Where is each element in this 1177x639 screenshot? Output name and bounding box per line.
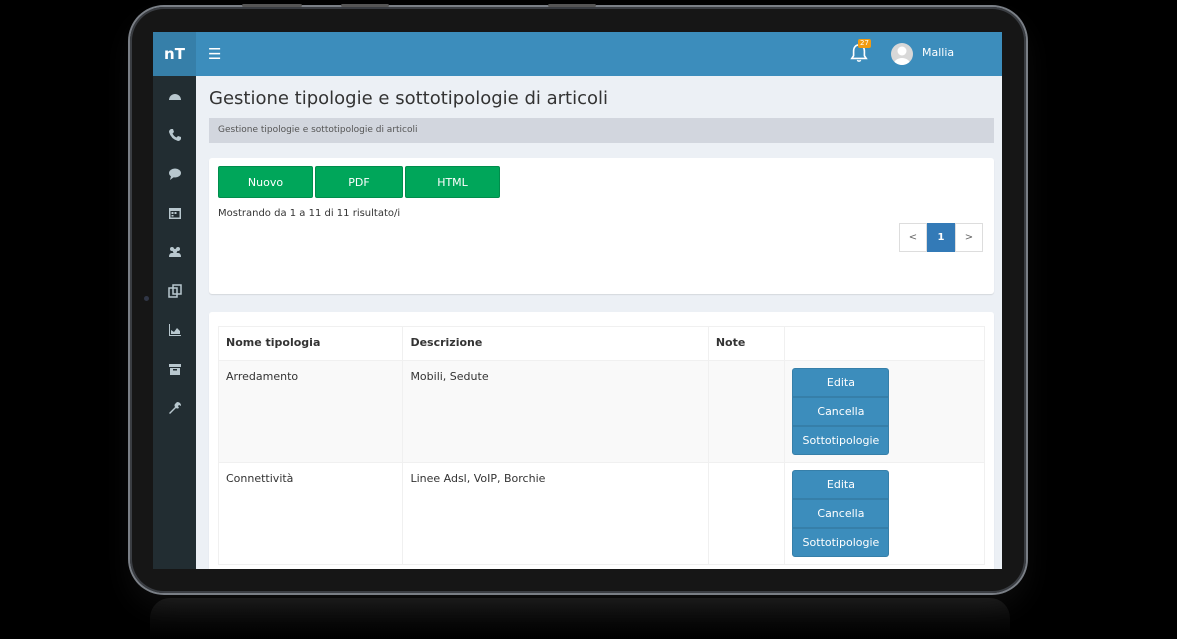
sidebar-item-archive[interactable] (153, 349, 196, 388)
column-header-description: Descrizione (402, 326, 709, 361)
table-row: Arredamento Mobili, Sedute Edita Cancell… (217, 360, 985, 463)
results-count: Mostrando da 1 a 11 di 11 risultato/i (218, 208, 401, 219)
table-header-row: Nome tipologia Descrizione Note (217, 326, 985, 361)
subtypes-button[interactable]: Sottotipologie (792, 528, 890, 557)
cell-note (707, 462, 786, 565)
column-header-name: Nome tipologia (217, 326, 404, 361)
pagination-next[interactable]: > (955, 223, 983, 252)
wrench-icon (168, 401, 181, 414)
pdf-button[interactable]: PDF (315, 166, 403, 198)
sidebar-item-calendar[interactable] (153, 193, 196, 232)
sidebar-item-users[interactable] (153, 232, 196, 271)
page-title: Gestione tipologie e sottotipologie di a… (209, 88, 609, 109)
menu-icon[interactable]: ☰ (208, 45, 221, 63)
area-chart-icon (168, 323, 181, 336)
top-navbar: ☰ 27 Mallia (196, 32, 1002, 76)
sidebar (153, 76, 196, 569)
main-content: Gestione tipologie e sottotipologie di a… (196, 76, 1002, 569)
edit-button[interactable]: Edita (792, 470, 890, 499)
types-table: Nome tipologia Descrizione Note Arredame… (217, 326, 985, 565)
cell-description: Mobili, Sedute (402, 360, 709, 463)
user-name[interactable]: Mallia (922, 46, 954, 59)
tablet-button (242, 4, 302, 7)
cell-description: Linee Adsl, VoIP, Borchie (402, 462, 709, 565)
pagination: < 1 > (899, 223, 983, 252)
pagination-page[interactable]: 1 (927, 223, 955, 252)
cell-actions: Edita Cancella Sottotipologie (784, 462, 985, 565)
sidebar-item-dashboard[interactable] (153, 76, 196, 115)
calendar-icon (168, 207, 181, 219)
toolbar-box: Nuovo PDF HTML Mostrando da 1 a 11 di 11… (209, 158, 994, 294)
tablet-button (548, 4, 596, 7)
cell-note (707, 360, 786, 463)
users-icon (168, 246, 181, 257)
dashboard-icon (168, 93, 181, 100)
phone-icon (168, 128, 181, 141)
table-box: Nome tipologia Descrizione Note Arredame… (209, 312, 994, 569)
copy-icon (167, 283, 182, 298)
table-row: Connettività Linee Adsl, VoIP, Borchie E… (217, 462, 985, 565)
sidebar-item-phone[interactable] (153, 115, 196, 154)
delete-button[interactable]: Cancella (792, 499, 890, 528)
html-button[interactable]: HTML (405, 166, 500, 198)
subtypes-button[interactable]: Sottotipologie (792, 426, 890, 455)
sidebar-item-messages[interactable] (153, 154, 196, 193)
tablet-button (341, 4, 389, 7)
sidebar-item-documents[interactable] (153, 271, 196, 310)
column-header-note: Note (707, 326, 786, 361)
column-header-actions (784, 326, 985, 361)
cell-name: Connettività (217, 462, 404, 565)
archive-icon (168, 363, 181, 375)
comment-icon (168, 168, 181, 180)
pagination-prev[interactable]: < (899, 223, 927, 252)
tablet-reflection (150, 598, 1010, 639)
cell-actions: Edita Cancella Sottotipologie (784, 360, 985, 463)
app-screen: nT ☰ 27 Mallia Gestione tipologie e sott… (153, 32, 1002, 569)
new-button[interactable]: Nuovo (218, 166, 313, 198)
delete-button[interactable]: Cancella (792, 397, 890, 426)
brand-logo[interactable]: nT (153, 32, 196, 76)
notification-badge: 27 (858, 39, 871, 48)
cell-name: Arredamento (217, 360, 404, 463)
sidebar-item-reports[interactable] (153, 310, 196, 349)
camera-icon (144, 296, 149, 301)
sidebar-item-settings[interactable] (153, 388, 196, 427)
avatar[interactable] (891, 43, 913, 65)
breadcrumb: Gestione tipologie e sottotipologie di a… (209, 118, 994, 143)
edit-button[interactable]: Edita (792, 368, 890, 397)
